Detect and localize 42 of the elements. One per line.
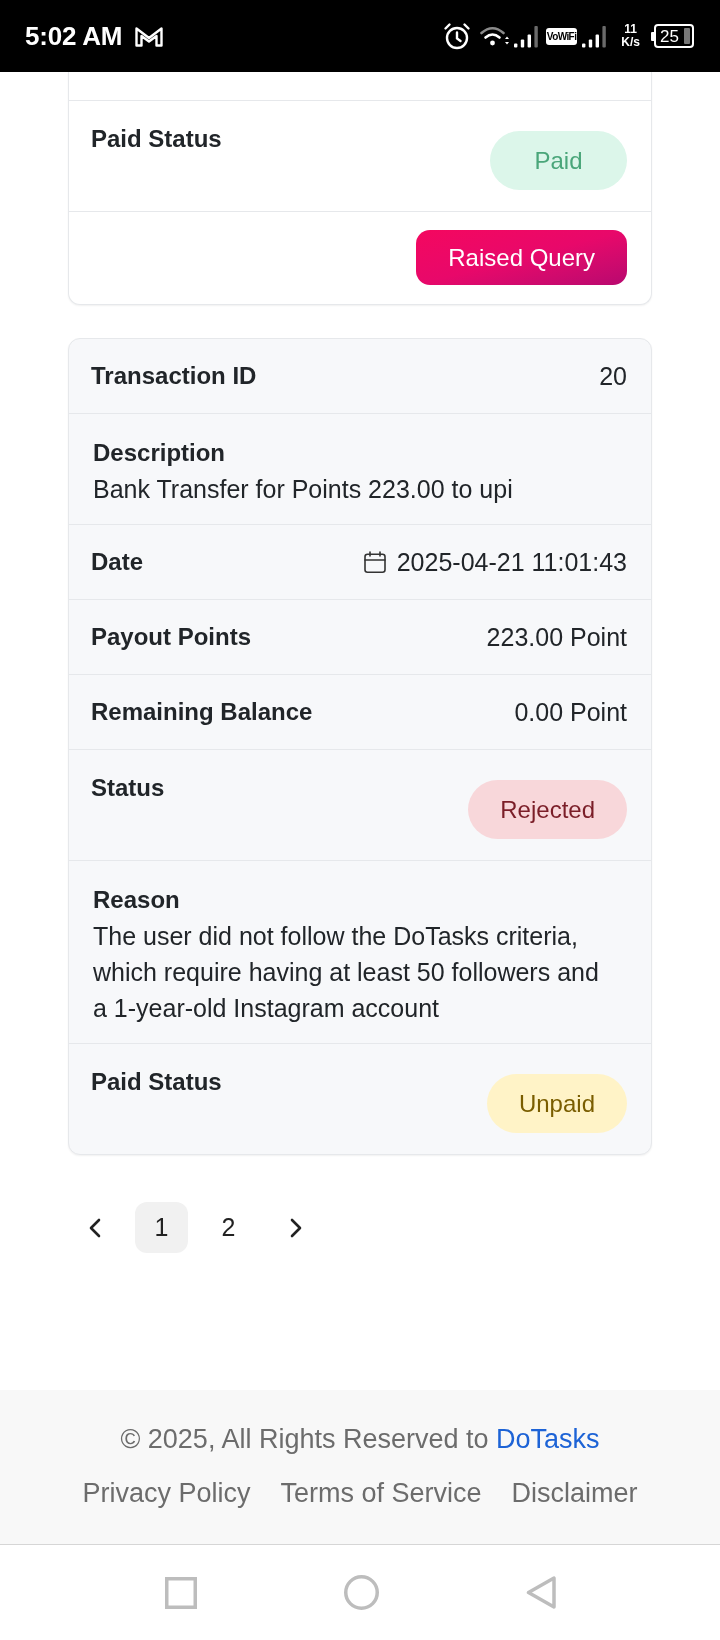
field-value: 223.00 Point [486,622,627,652]
field-value: The user did not follow the DoTasks criteria, which require having at least 50 followers and a 1-year-old Instagram account [93,921,600,1024]
field-value: Bank Transfer for Points 223.00 to upi [93,474,513,505]
field-label: Date [91,547,144,577]
field-label: Remaining Balance [91,697,313,727]
field-label: Status [91,773,165,803]
battery-indicator: 25 [651,24,694,48]
page-button[interactable]: 1 [135,1202,188,1253]
footer-link[interactable]: Privacy Policy [82,1476,251,1510]
field-value: 2025-04-21 11:01:43 [396,547,627,577]
copyright-text: © 2025, All Rights Reserved to DoTasks [120,1423,600,1456]
mail-icon [135,25,164,47]
status-badge: Rejected [468,780,627,839]
recent-apps-icon[interactable] [164,1576,197,1609]
field-label: Paid Status [91,124,222,154]
back-icon[interactable] [525,1576,556,1609]
home-icon[interactable] [343,1575,379,1610]
footer-link[interactable]: Disclaimer [511,1476,638,1510]
page-button[interactable]: 2 [202,1202,255,1253]
net-speed-value: 11 [624,23,637,36]
signal-icon [581,24,608,48]
field-label: Payout Points [91,622,252,652]
field-value: 20 [599,361,627,391]
wifi-icon [479,25,510,47]
field-value: 0.00 Point [514,697,627,727]
chevron-left-icon [88,1217,101,1238]
signal-icon [512,24,539,48]
brand-link[interactable]: DoTasks [496,1424,600,1454]
field-label: Description [93,438,226,468]
network-label: VoWiFi [545,27,578,45]
status-badge: Unpaid [486,1074,627,1133]
alarm-clock-icon [442,22,471,50]
status-badge: Paid [490,131,627,190]
raised-query-button[interactable]: Raised Query [416,230,627,285]
field-label: Paid Status [91,1067,222,1097]
clock-time: 5:02 AM [25,23,123,49]
chevron-right-icon [289,1217,302,1238]
net-speed-unit: K/s [621,36,640,49]
field-label: Reason [93,885,180,915]
calendar-icon [363,551,386,573]
field-label: Transaction ID [91,361,257,391]
footer-link[interactable]: Terms of Service [280,1476,482,1510]
